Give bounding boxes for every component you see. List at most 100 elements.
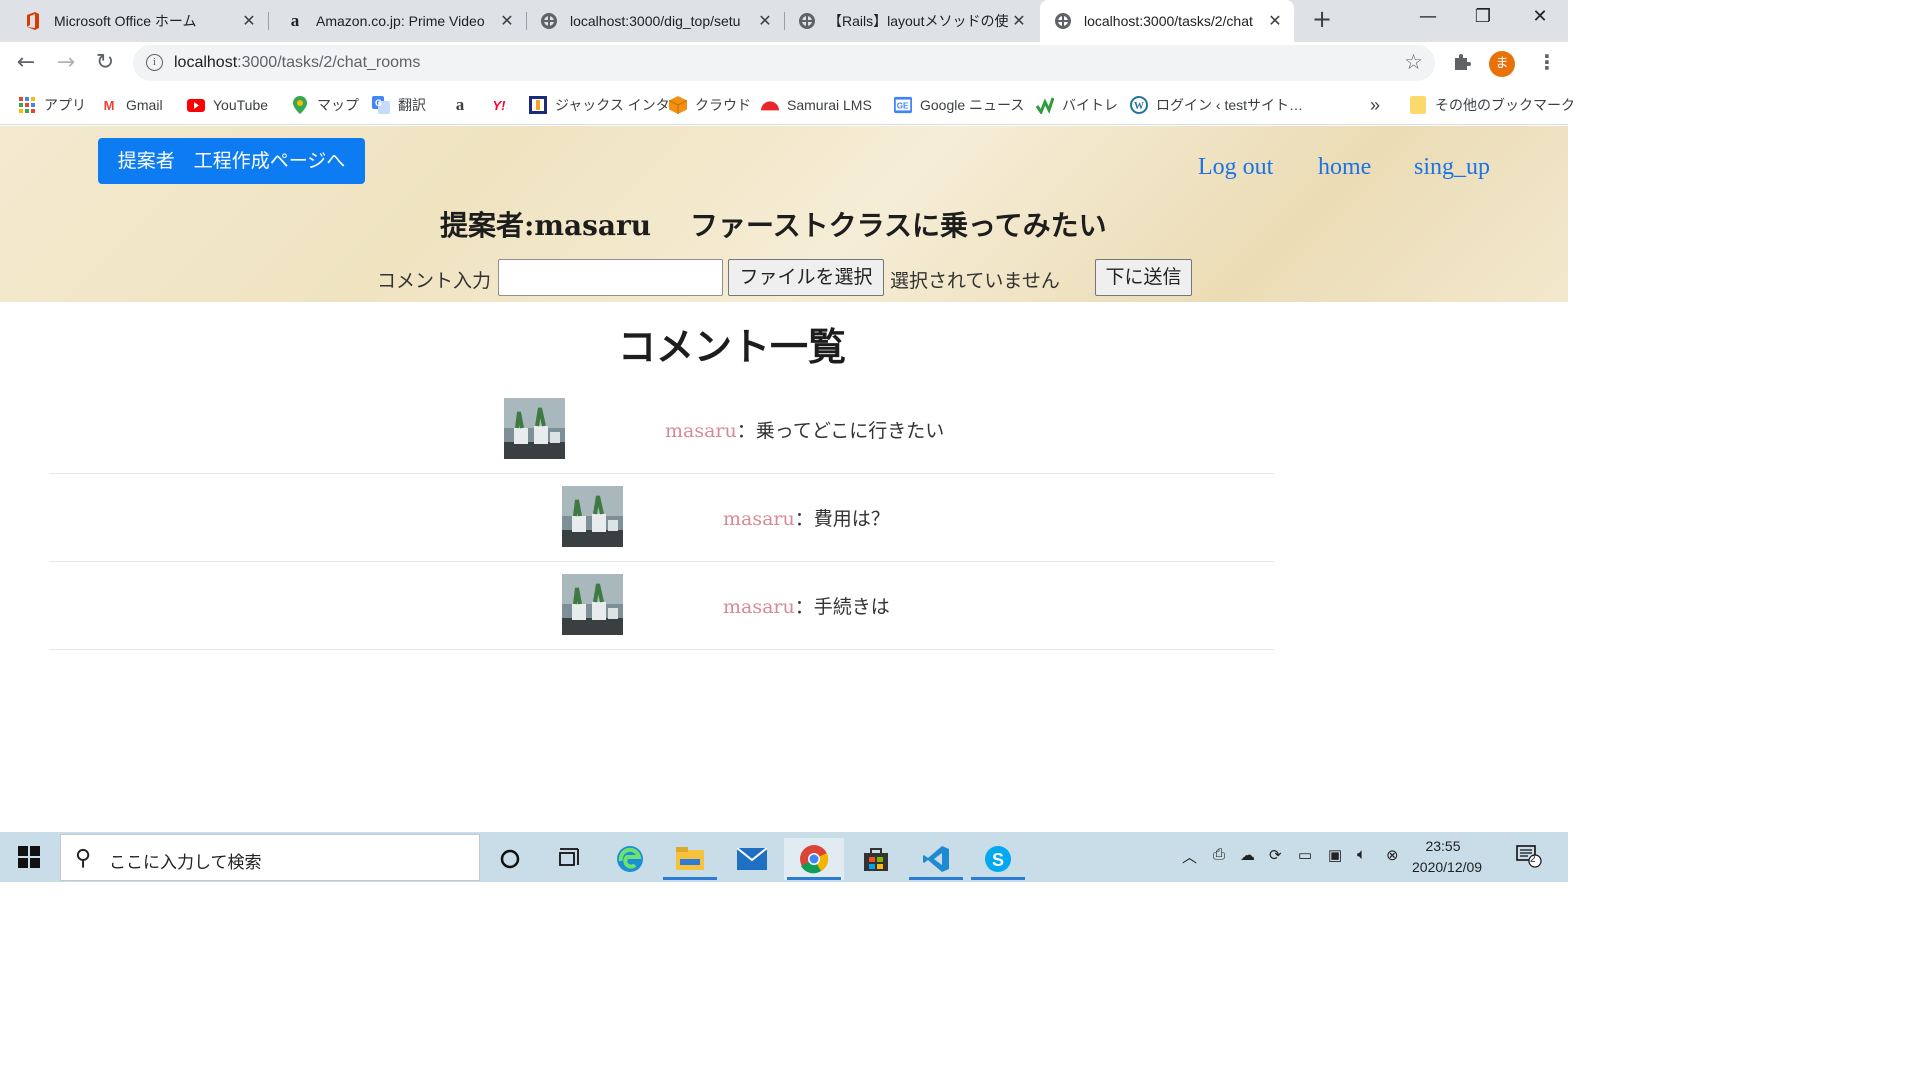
task-view-icon[interactable] bbox=[539, 838, 599, 880]
logout-link[interactable]: Log out bbox=[1198, 154, 1273, 181]
bookmark-google-news[interactable]: GE Google ニュース bbox=[894, 94, 1024, 116]
file-select-button[interactable]: ファイルを選択 bbox=[728, 259, 884, 296]
vscode-icon[interactable] bbox=[906, 838, 966, 880]
comment-input[interactable] bbox=[498, 259, 723, 296]
bookmark-star-icon[interactable]: ☆ bbox=[1404, 50, 1423, 74]
taskbar-search-box[interactable]: ⚲ ここに入力して検索 bbox=[60, 834, 480, 881]
comment-body: 費用は？ bbox=[813, 508, 890, 530]
comment-input-label: コメント入力 bbox=[377, 270, 492, 292]
bookmark-label: YouTube bbox=[213, 97, 269, 113]
tab-chat-rooms[interactable]: localhost:3000/tasks/2/chat ✕ bbox=[1040, 0, 1294, 42]
tab-amazon[interactable]: a Amazon.co.jp: Prime Video ✕ bbox=[262, 0, 526, 42]
chrome-icon[interactable] bbox=[784, 838, 844, 880]
clock-time: 23:55 bbox=[1425, 838, 1461, 854]
comment-user[interactable]: masaru bbox=[723, 508, 795, 530]
maps-pin-icon bbox=[291, 96, 309, 114]
cortana-icon[interactable] bbox=[480, 838, 540, 880]
bookmark-baitore[interactable]: バイトレ bbox=[1036, 94, 1118, 116]
comment-text: masaru：手続きは bbox=[723, 592, 890, 619]
comment-user[interactable]: masaru bbox=[665, 420, 737, 442]
info-icon[interactable]: i bbox=[146, 54, 163, 71]
bookmark-wordpress[interactable]: W ログイン ‹ testサイト… bbox=[1130, 94, 1303, 116]
comment-user[interactable]: masaru bbox=[723, 596, 795, 618]
file-explorer-icon[interactable] bbox=[660, 838, 720, 880]
proposer-process-button[interactable]: 提案者 工程作成ページへ bbox=[98, 138, 365, 184]
skype-icon[interactable]: S bbox=[968, 838, 1028, 880]
forward-arrow-icon[interactable]: → bbox=[54, 52, 78, 74]
bookmark-yahoo[interactable]: Y! bbox=[490, 94, 516, 116]
window-close-icon[interactable]: ✕ bbox=[1525, 6, 1555, 27]
bookmark-apps[interactable]: アプリ bbox=[18, 94, 86, 116]
close-icon[interactable]: ✕ bbox=[240, 11, 258, 31]
windows-start-icon[interactable] bbox=[12, 842, 42, 872]
notification-center-icon[interactable]: 2 bbox=[1516, 844, 1542, 872]
battery-icon[interactable]: ▭ bbox=[1298, 846, 1312, 864]
bookmark-label: Google ニュース bbox=[920, 97, 1025, 113]
tray-chevron-icon[interactable]: ︿ bbox=[1182, 846, 1197, 867]
bookmarks-overflow-button[interactable]: » bbox=[1370, 94, 1380, 116]
samurai-icon bbox=[761, 96, 779, 114]
comment-text: masaru：費用は？ bbox=[723, 504, 890, 531]
bookmark-cloud[interactable]: クラウド bbox=[669, 94, 751, 116]
store-icon[interactable] bbox=[846, 838, 906, 880]
close-icon[interactable]: ✕ bbox=[756, 11, 774, 31]
url-text[interactable]: localhost:3000/tasks/2/chat_rooms bbox=[174, 54, 420, 72]
globe-icon bbox=[540, 12, 558, 30]
back-arrow-icon[interactable]: ← bbox=[14, 52, 38, 74]
meet-icon[interactable]: ⎙ bbox=[1213, 846, 1225, 863]
minimize-icon[interactable]: — bbox=[1413, 6, 1443, 27]
reload-icon[interactable]: ↻ bbox=[93, 52, 117, 74]
sync-icon[interactable]: ⟳ bbox=[1269, 846, 1282, 864]
bookmark-maps[interactable]: マップ bbox=[291, 94, 359, 116]
restore-icon[interactable]: ❐ bbox=[1468, 6, 1498, 27]
new-tab-button[interactable]: + bbox=[1310, 7, 1334, 32]
youtube-icon bbox=[187, 96, 205, 114]
tab-title: localhost:3000/tasks/2/chat bbox=[1084, 13, 1253, 29]
onedrive-icon[interactable]: ☁ bbox=[1240, 846, 1255, 864]
bookmark-label: Gmail bbox=[126, 97, 163, 113]
no-file-selected-text: 選択されていません bbox=[890, 270, 1060, 292]
other-bookmarks-folder[interactable]: その他のブックマーク bbox=[1409, 94, 1575, 116]
home-link[interactable]: home bbox=[1318, 154, 1371, 181]
apps-grid-icon bbox=[18, 96, 36, 114]
svg-text:W: W bbox=[1134, 101, 1144, 112]
bookmark-amazon[interactable]: a bbox=[451, 94, 477, 116]
edge-icon[interactable] bbox=[600, 838, 660, 880]
tab-dig-top[interactable]: localhost:3000/dig_top/setu ✕ bbox=[516, 0, 784, 42]
comment-separator: ： bbox=[794, 596, 814, 618]
volume-icon[interactable]: 🔈︎ bbox=[1357, 846, 1366, 863]
mail-icon[interactable] bbox=[722, 838, 782, 880]
address-bar[interactable]: i localhost:3000/tasks/2/chat_rooms ☆ bbox=[133, 45, 1435, 81]
profile-avatar[interactable]: ま bbox=[1489, 51, 1515, 77]
bookmark-translate[interactable]: G 翻訳 bbox=[372, 94, 426, 116]
close-icon[interactable]: ✕ bbox=[1266, 11, 1284, 31]
bookmark-gmail[interactable]: M Gmail bbox=[100, 94, 163, 116]
submit-button[interactable]: 下に送信 bbox=[1095, 259, 1192, 296]
close-icon[interactable]: ✕ bbox=[498, 11, 516, 31]
close-icon[interactable]: ✕ bbox=[1010, 11, 1028, 31]
avatar bbox=[504, 398, 565, 459]
extensions-puzzle-icon[interactable] bbox=[1452, 52, 1472, 77]
bookmark-label: アプリ bbox=[44, 97, 86, 113]
bookmark-label: その他のブックマーク bbox=[1435, 97, 1575, 113]
taskbar-clock[interactable]: 23:55 2020/12/09 bbox=[1412, 836, 1482, 878]
globe-icon bbox=[1054, 12, 1072, 30]
ime-off-icon[interactable]: ⊗ bbox=[1386, 846, 1399, 864]
bookmark-jaccs[interactable]: ジャックス インタ bbox=[529, 94, 670, 116]
amazon-icon: a bbox=[290, 11, 300, 30]
search-placeholder: ここに入力して検索 bbox=[109, 853, 262, 872]
tab-office[interactable]: Microsoft Office ホーム ✕ bbox=[0, 0, 268, 42]
menu-kebab-icon[interactable]: ⋮ bbox=[1537, 50, 1557, 74]
notification-count: 2 bbox=[1530, 854, 1536, 865]
comment-body: 乗ってどこに行きたい bbox=[755, 420, 945, 442]
task-title: ファーストクラスに乗ってみたい bbox=[690, 209, 1107, 242]
bookmark-samurai[interactable]: Samurai LMS bbox=[761, 94, 872, 116]
network-icon[interactable]: ▣ bbox=[1328, 846, 1342, 864]
bookmark-youtube[interactable]: YouTube bbox=[187, 94, 268, 116]
wordpress-icon: W bbox=[1130, 96, 1148, 114]
signup-link[interactable]: sing_up bbox=[1414, 154, 1490, 181]
comment-text: masaru：乗ってどこに行きたい bbox=[665, 416, 944, 443]
avatar bbox=[562, 486, 623, 547]
bookmark-label: バイトレ bbox=[1062, 97, 1118, 113]
tab-rails-layout[interactable]: 【Rails】layoutメソッドの使い方 ✕ bbox=[774, 0, 1038, 42]
